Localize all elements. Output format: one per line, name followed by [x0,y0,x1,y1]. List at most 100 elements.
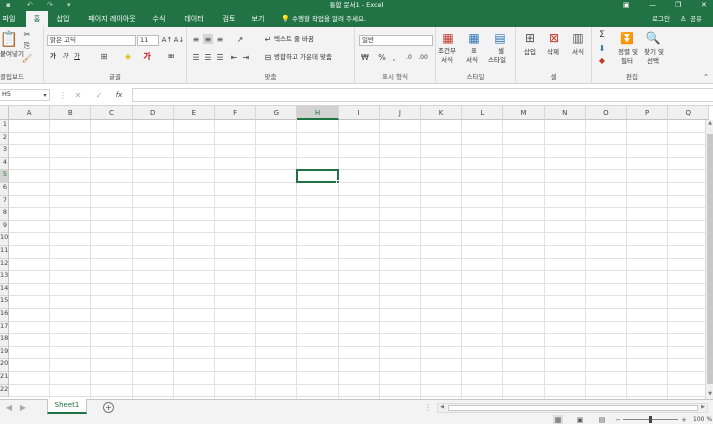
normal-view-icon[interactable]: ▦ [553,415,563,424]
delete-cells-icon[interactable]: ⊠ [546,30,562,46]
enter-icon[interactable]: ✓ [94,89,104,101]
cell-styles-button[interactable]: 셀 [498,47,504,56]
tab-review[interactable]: 검토 [218,11,240,27]
scroll-right-icon[interactable]: ▶ [699,404,707,412]
row-header-5[interactable]: 5 [0,170,9,183]
border-icon[interactable]: ⊞ [99,51,109,61]
font-name-select[interactable]: 맑은 고딕 [47,35,136,46]
column-header-q[interactable]: Q [668,106,710,120]
insert-cells-button[interactable]: 삽입 [524,48,536,57]
select-all-corner[interactable] [0,106,9,120]
comma-style-icon[interactable]: , [389,52,399,62]
add-sheet-icon[interactable]: + [103,402,114,413]
conditional-formatting-button[interactable]: 조건부 [438,47,456,56]
merge-center-icon[interactable]: ⊟ [263,52,273,62]
tab-home[interactable]: 홈 [26,11,48,27]
cut-icon[interactable]: ✂ [22,29,32,39]
decrease-indent-icon[interactable]: ⇤ [229,52,239,62]
row-header-17[interactable]: 17 [0,321,9,335]
collapse-ribbon-icon[interactable]: ⌃ [701,72,711,82]
fill-icon[interactable]: ⬇ [597,43,607,53]
sign-in-link[interactable]: 로그인 [652,13,670,25]
format-as-table-icon[interactable]: ▦ [466,30,482,46]
horizontal-scroll-thumb[interactable] [448,405,698,411]
row-header-21[interactable]: 21 [0,372,9,385]
row-header-16[interactable]: 16 [0,309,9,322]
decrease-font-icon[interactable]: A↓ [174,35,185,45]
row-header-9[interactable]: 9 [0,220,9,234]
vertical-scrollbar[interactable]: ▲ ▼ [705,120,713,399]
orientation-icon[interactable]: ↗ [233,34,247,44]
scroll-up-icon[interactable]: ▲ [707,120,713,128]
tab-view[interactable]: 보기 [247,11,269,27]
autosum-icon[interactable]: Σ [597,30,607,40]
selected-cell[interactable] [296,169,339,183]
bold-button[interactable]: 가 [50,52,56,61]
align-center-icon[interactable]: ☰ [203,52,213,62]
conditional-formatting-icon[interactable]: ▦ [440,30,456,46]
name-box-dropdown-icon[interactable]: ▾ [40,89,50,101]
column-header-d[interactable]: D [132,106,174,120]
find-select-button[interactable]: 찾기 및 [644,48,664,57]
align-bottom-icon[interactable]: ≡ [215,34,225,44]
row-header-6[interactable]: 6 [0,183,9,196]
row-header-13[interactable]: 13 [0,271,9,284]
fill-color-icon[interactable]: ◈ [122,51,134,61]
page-layout-view-icon[interactable]: ▣ [575,415,585,424]
column-header-f[interactable]: F [215,106,257,120]
insert-cells-icon[interactable]: ⊞ [522,30,538,46]
column-header-m[interactable]: M [503,106,545,120]
font-color-icon[interactable]: 가 [141,51,153,61]
align-left-icon[interactable]: ☰ [191,52,201,62]
increase-indent-icon[interactable]: ⇥ [241,52,251,62]
align-top-icon[interactable]: ≡ [191,34,201,44]
row-header-18[interactable]: 18 [0,334,9,347]
zoom-slider-thumb[interactable] [649,416,652,423]
wrap-text-button[interactable]: 텍스트 줄 바꿈 [274,35,314,44]
clear-icon[interactable]: ◆ [597,55,607,65]
row-header-12[interactable]: 12 [0,258,9,272]
row-header-3[interactable]: 3 [0,145,9,158]
column-header-a[interactable]: A [9,106,51,120]
row-header-20[interactable]: 20 [0,359,9,372]
row-header-7[interactable]: 7 [0,195,9,209]
row-header-15[interactable]: 15 [0,296,9,309]
column-header-n[interactable]: N [544,106,586,120]
row-header-1[interactable]: 1 [0,120,9,133]
tab-insert[interactable]: 삽입 [52,11,74,27]
cell-styles-icon[interactable]: ▤ [492,30,508,46]
column-header-b[interactable]: B [50,106,92,120]
column-header-p[interactable]: P [627,106,669,120]
share-button[interactable]: 공유 [690,13,702,25]
format-cells-button[interactable]: 서식 [572,48,584,57]
column-header-i[interactable]: I [338,106,380,120]
page-break-view-icon[interactable]: ▤ [597,415,607,424]
delete-cells-button[interactable]: 삭제 [547,48,559,57]
paste-icon[interactable]: 📋 [0,30,18,48]
row-header-19[interactable]: 19 [0,346,9,360]
merge-center-button[interactable]: 병합하고 가운데 맞춤 [274,53,332,62]
row-header-10[interactable]: 10 [0,233,9,246]
horizontal-scrollbar[interactable]: ◀ ▶ [437,403,708,413]
find-select-icon[interactable]: 🔍 [645,30,661,46]
ribbon-display-icon[interactable]: ▣ [623,0,630,11]
scroll-left-icon[interactable]: ◀ [438,404,446,412]
italic-button[interactable]: 가 [62,52,68,61]
column-header-o[interactable]: O [585,106,627,120]
vertical-scroll-thumb[interactable] [707,134,713,384]
row-header-2[interactable]: 2 [0,132,9,146]
next-sheet-icon[interactable]: ▶ [18,402,28,412]
zoom-in-icon[interactable]: + [680,415,688,424]
tab-file[interactable]: 파일 [0,11,18,27]
row-header-11[interactable]: 11 [0,246,9,259]
column-header-g[interactable]: G [256,106,298,120]
restore-icon[interactable]: ❐ [675,0,681,11]
font-size-select[interactable]: 11 [137,35,159,46]
sheet-tab-sheet1[interactable]: Sheet1 [47,399,87,414]
column-header-j[interactable]: J [379,106,421,120]
fill-handle[interactable] [335,180,340,184]
wrap-text-icon[interactable]: ↵ [263,34,273,44]
column-header-e[interactable]: E [173,106,215,120]
align-middle-icon[interactable]: ≡ [203,34,213,44]
row-header-4[interactable]: 4 [0,157,9,171]
